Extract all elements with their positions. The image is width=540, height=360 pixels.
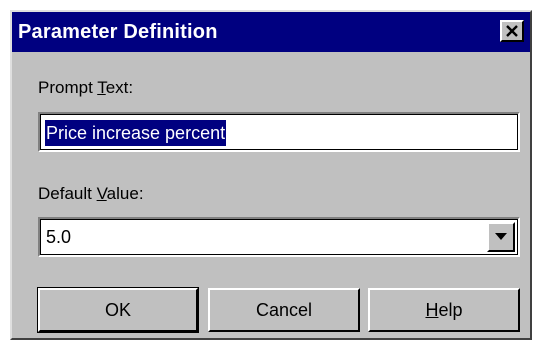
default-value-dropdown-button[interactable] <box>487 222 515 252</box>
close-button[interactable] <box>500 20 524 42</box>
title-bar[interactable]: Parameter Definition <box>12 12 530 52</box>
dialog-title: Parameter Definition <box>18 21 218 43</box>
ok-button[interactable]: OK <box>37 287 199 333</box>
default-value-label: Default Value: <box>38 184 144 203</box>
cancel-button[interactable]: Cancel <box>208 288 360 332</box>
prompt-text-label: Prompt Text: <box>38 78 134 97</box>
default-value-combobox[interactable]: 5.0 <box>38 217 520 257</box>
close-icon <box>506 25 518 37</box>
parameter-definition-dialog: Parameter Definition Prompt Text: Price … <box>10 10 532 340</box>
prompt-text-input[interactable]: Price increase percent <box>38 112 520 152</box>
prompt-text-value: Price increase percent <box>45 120 227 146</box>
default-value-text: 5.0 <box>46 227 72 247</box>
chevron-down-icon <box>495 233 507 240</box>
help-button[interactable]: Help <box>368 288 520 332</box>
